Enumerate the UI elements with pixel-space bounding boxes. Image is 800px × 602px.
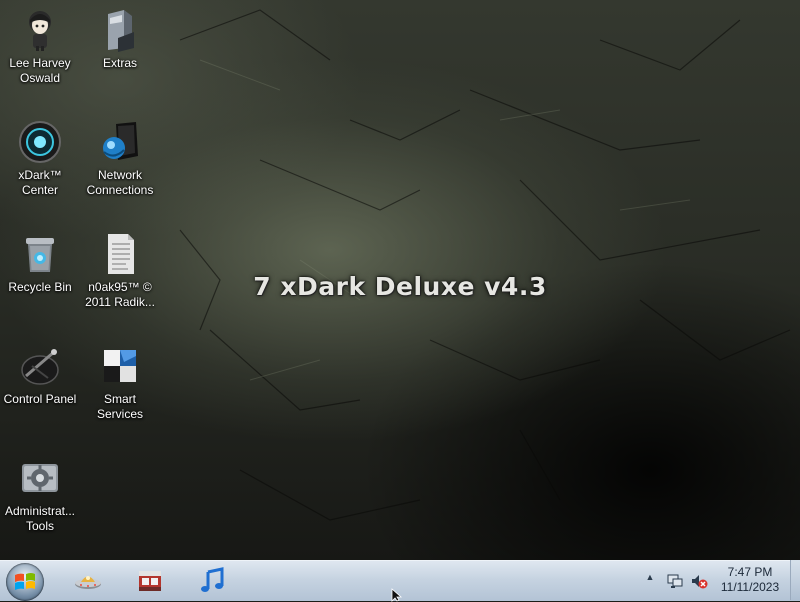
store-icon bbox=[139, 571, 161, 591]
desktop-icon-network-connections[interactable]: Network Connections bbox=[80, 120, 160, 198]
document-icon bbox=[98, 232, 142, 276]
desktop-icon-recycle-bin[interactable]: Recycle Bin bbox=[0, 232, 80, 295]
taskbar-pinned-ufo[interactable] bbox=[66, 564, 110, 598]
network-tray-icon[interactable] bbox=[666, 572, 684, 590]
xdark-center-icon bbox=[18, 120, 62, 164]
desktop-icon-label: xDark™ Center bbox=[18, 168, 62, 197]
control-panel-icon bbox=[18, 344, 62, 388]
clock-date: 11/11/2023 bbox=[720, 580, 780, 594]
wallpaper-title: 7 xDark Deluxe v4.3 bbox=[253, 272, 547, 301]
desktop-icon-label: Extras bbox=[102, 56, 137, 70]
taskbar-pinned-music[interactable] bbox=[190, 564, 234, 598]
folder-icon bbox=[98, 8, 142, 52]
admin-tools-icon bbox=[18, 456, 62, 500]
volume-muted-icon[interactable] bbox=[690, 572, 708, 590]
clock-time: 7:47 PM bbox=[727, 565, 773, 579]
taskbar-pinned-store[interactable] bbox=[128, 564, 172, 598]
desktop-icon-n0ak95-document[interactable]: n0ak95™ © 2011 Radik... bbox=[80, 232, 160, 310]
desktop[interactable]: 7 xDark Deluxe v4.3 Lee Harvey Oswald Ex… bbox=[0, 0, 800, 560]
show-desktop-button[interactable] bbox=[790, 560, 800, 600]
user-folder-icon bbox=[18, 8, 62, 52]
start-button[interactable] bbox=[6, 563, 44, 601]
desktop-icon-label: Network Connections bbox=[86, 168, 154, 197]
desktop-icon-extras[interactable]: Extras bbox=[80, 8, 160, 71]
desktop-icon-label: n0ak95™ © 2011 Radik... bbox=[85, 280, 155, 309]
network-icon bbox=[98, 120, 142, 164]
desktop-icon-label: Recycle Bin bbox=[8, 280, 72, 294]
desktop-icon-label: Control Panel bbox=[3, 392, 77, 406]
desktop-icon-smart-services[interactable]: Smart Services bbox=[80, 344, 160, 422]
desktop-icon-label: Smart Services bbox=[96, 392, 143, 421]
ufo-icon bbox=[75, 576, 101, 589]
tray-overflow-chevron[interactable]: ▲ bbox=[645, 572, 655, 582]
desktop-icon-control-panel[interactable]: Control Panel bbox=[0, 344, 80, 407]
desktop-icon-label: Lee Harvey Oswald bbox=[9, 56, 71, 85]
windows-logo-icon bbox=[15, 573, 35, 590]
smart-services-icon bbox=[98, 344, 142, 388]
taskbar-clock[interactable]: 7:47 PM 11/11/2023 bbox=[712, 565, 788, 595]
music-note-icon bbox=[201, 567, 224, 592]
recycle-bin-icon bbox=[18, 232, 62, 276]
desktop-icon-xdark-center[interactable]: xDark™ Center bbox=[0, 120, 80, 198]
desktop-icon-lee-harvey-oswald[interactable]: Lee Harvey Oswald bbox=[0, 8, 80, 86]
desktop-icon-administrative-tools[interactable]: Administrat... Tools bbox=[0, 456, 80, 534]
desktop-icon-label: Administrat... Tools bbox=[4, 504, 76, 533]
